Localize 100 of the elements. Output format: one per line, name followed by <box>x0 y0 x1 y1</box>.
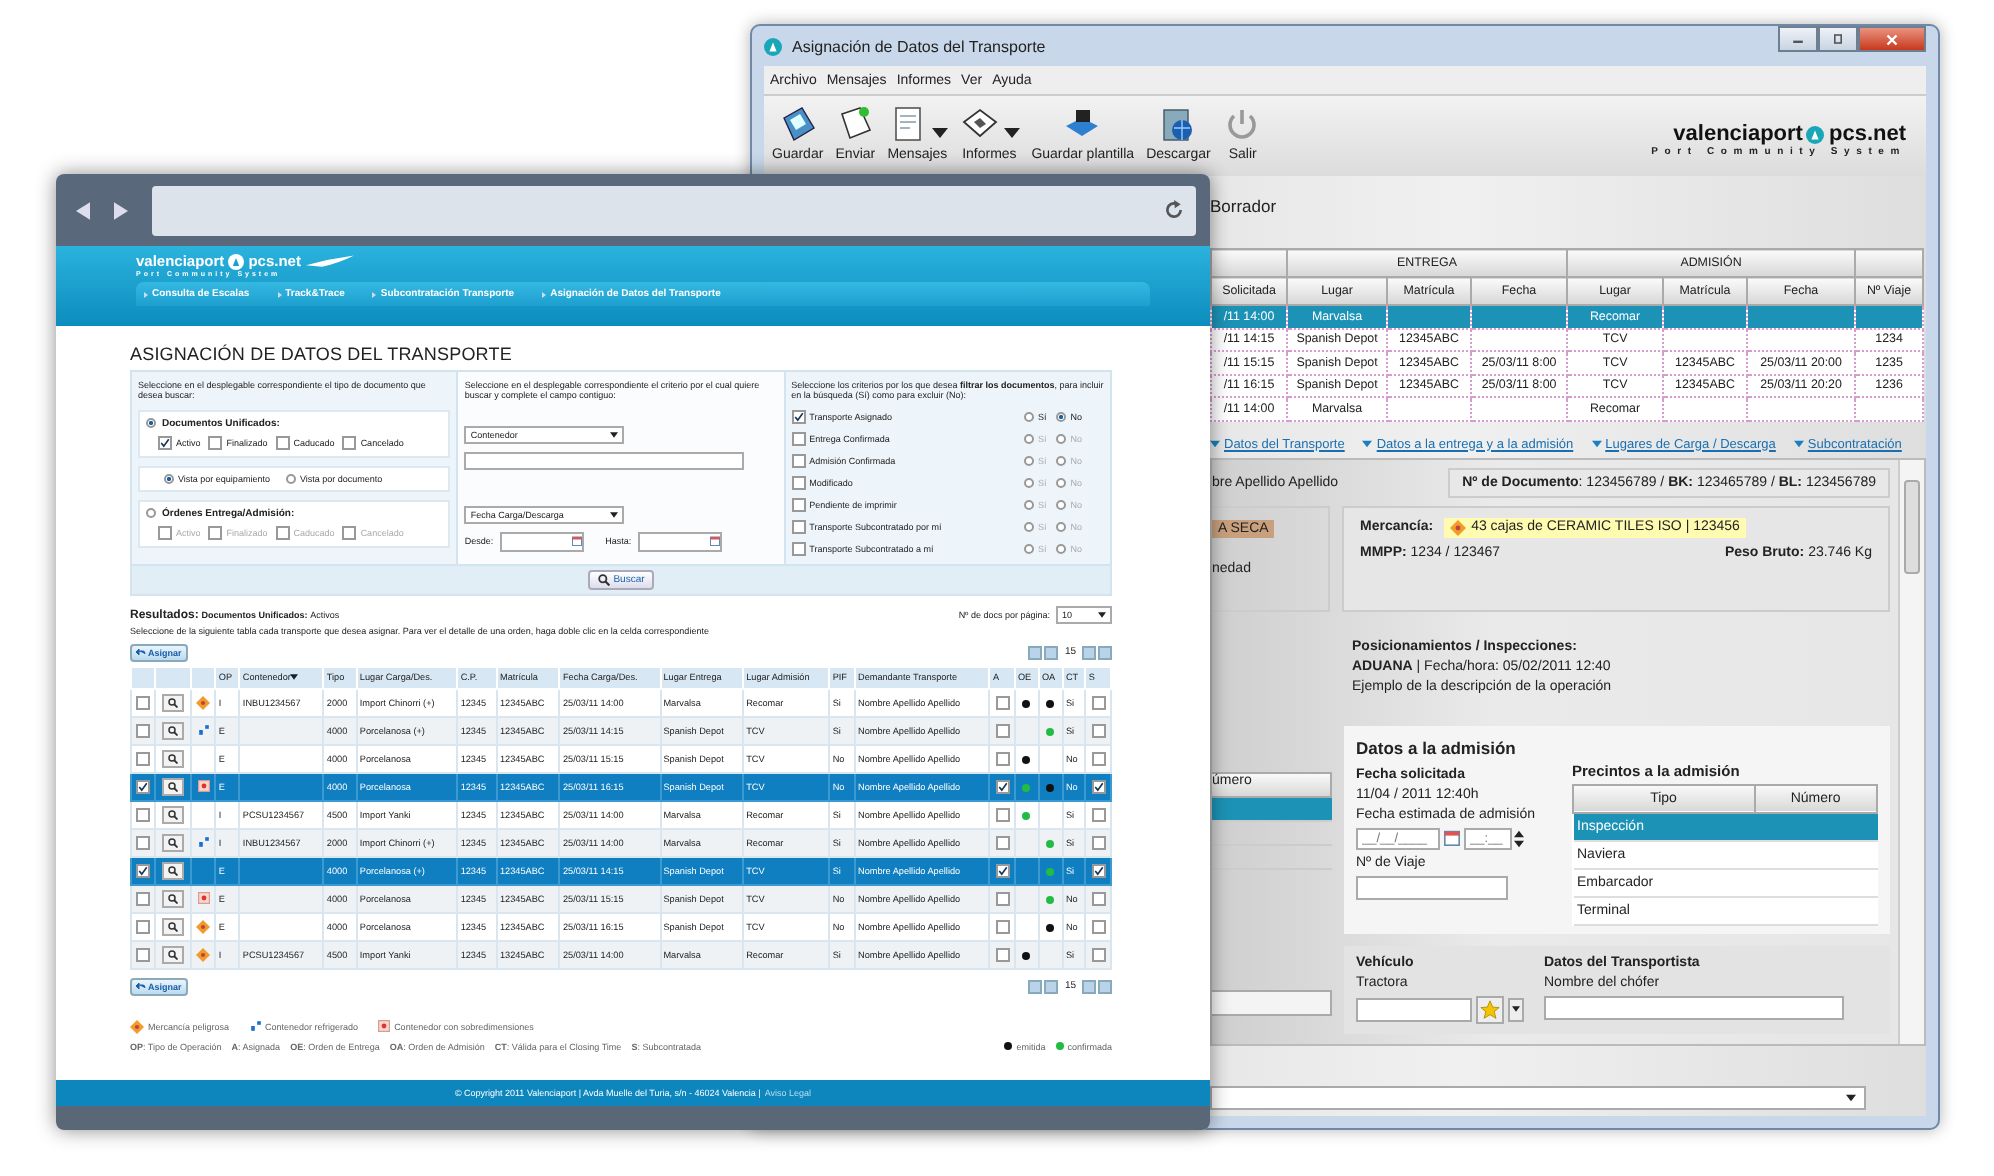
voyage-field[interactable] <box>1356 875 1508 899</box>
checkbox[interactable] <box>136 835 151 850</box>
minimize-button[interactable] <box>1778 26 1818 52</box>
forward-arrow-icon[interactable] <box>114 201 128 219</box>
radio-button[interactable] <box>1056 411 1067 422</box>
last-page-button[interactable] <box>1098 979 1112 994</box>
checkbox[interactable] <box>995 891 1010 906</box>
radio-button[interactable] <box>1023 521 1034 532</box>
checkbox[interactable] <box>995 751 1010 766</box>
view-button[interactable] <box>162 805 185 824</box>
view-button[interactable] <box>162 833 185 852</box>
view-button[interactable] <box>162 749 185 768</box>
dropdown-button[interactable] <box>1508 997 1524 1021</box>
checkbox[interactable] <box>1091 863 1106 878</box>
checkbox[interactable] <box>136 695 151 710</box>
calendar-icon[interactable] <box>1444 830 1460 846</box>
text-field[interactable] <box>1212 989 1332 1015</box>
radio-button[interactable] <box>1056 455 1067 466</box>
checkbox[interactable] <box>275 525 290 540</box>
checkbox[interactable] <box>136 723 151 738</box>
checkbox[interactable] <box>136 779 151 794</box>
date-field[interactable] <box>499 531 584 552</box>
radio-button[interactable] <box>1056 543 1067 554</box>
checkbox[interactable] <box>136 751 151 766</box>
view-button[interactable] <box>162 945 185 964</box>
radio-button[interactable] <box>1023 455 1034 466</box>
checkbox[interactable] <box>791 453 806 468</box>
maximize-button[interactable] <box>1818 26 1858 52</box>
checkbox[interactable] <box>995 723 1010 738</box>
radio-button[interactable] <box>1056 477 1067 488</box>
checkbox[interactable] <box>995 835 1010 850</box>
checkbox[interactable] <box>1091 779 1106 794</box>
checkbox[interactable] <box>275 435 290 450</box>
checkbox[interactable] <box>1091 919 1106 934</box>
reload-icon[interactable] <box>1164 200 1184 220</box>
back-arrow-icon[interactable] <box>76 201 90 219</box>
checkbox[interactable] <box>791 409 806 424</box>
checkbox[interactable] <box>158 525 172 540</box>
radio-button[interactable] <box>146 508 156 519</box>
checkbox[interactable] <box>1091 835 1106 850</box>
checkbox[interactable] <box>136 919 151 934</box>
checkbox[interactable] <box>136 807 151 822</box>
radio-button[interactable] <box>1056 521 1067 532</box>
first-page-button[interactable] <box>1028 645 1043 660</box>
checkbox[interactable] <box>342 435 357 450</box>
radio-button[interactable] <box>146 418 156 429</box>
view-button[interactable] <box>162 861 185 880</box>
checkbox[interactable] <box>791 431 806 446</box>
view-button[interactable] <box>162 917 185 936</box>
previous-page-button[interactable] <box>1044 979 1059 994</box>
view-button[interactable] <box>162 889 185 908</box>
checkbox[interactable] <box>136 891 151 906</box>
first-page-button[interactable] <box>1028 979 1043 994</box>
radio-button[interactable] <box>1056 499 1067 510</box>
radio-button[interactable] <box>1023 433 1034 444</box>
checkbox[interactable] <box>791 497 806 512</box>
calendar-icon[interactable] <box>571 536 582 547</box>
view-button[interactable] <box>162 777 185 796</box>
radio-button[interactable] <box>1023 411 1034 422</box>
radio-button[interactable] <box>1023 543 1034 554</box>
radio-button[interactable] <box>1023 477 1034 488</box>
calendar-icon[interactable] <box>709 536 720 547</box>
checkbox[interactable] <box>208 435 223 450</box>
checkbox[interactable] <box>136 947 151 962</box>
view-button[interactable] <box>162 721 185 740</box>
checkbox[interactable] <box>208 525 223 540</box>
checkbox[interactable] <box>342 525 357 540</box>
search-field[interactable] <box>464 451 745 470</box>
checkbox[interactable] <box>1091 751 1106 766</box>
date-field[interactable] <box>637 531 722 552</box>
checkbox[interactable] <box>136 863 151 878</box>
checkbox[interactable] <box>1091 947 1106 962</box>
checkbox[interactable] <box>995 947 1010 962</box>
checkbox[interactable] <box>995 695 1010 710</box>
table-row[interactable] <box>1212 797 1332 821</box>
scrollbar[interactable] <box>1898 459 1924 1043</box>
close-button[interactable] <box>1858 26 1926 52</box>
last-page-button[interactable] <box>1098 645 1112 660</box>
dropdown-field[interactable] <box>1210 1085 1866 1109</box>
checkbox[interactable] <box>995 919 1010 934</box>
checkbox[interactable] <box>791 475 806 490</box>
checkbox[interactable] <box>1091 807 1106 822</box>
checkbox[interactable] <box>791 519 806 534</box>
next-page-button[interactable] <box>1082 645 1096 660</box>
view-button[interactable] <box>162 693 185 712</box>
checkbox[interactable] <box>995 863 1010 878</box>
address-bar[interactable] <box>152 185 1196 235</box>
tractor-field[interactable] <box>1356 997 1472 1021</box>
checkbox[interactable] <box>791 541 806 556</box>
next-page-button[interactable] <box>1082 979 1096 994</box>
checkbox[interactable] <box>1091 723 1106 738</box>
radio-button[interactable] <box>1056 433 1067 444</box>
radio-button[interactable] <box>1023 499 1034 510</box>
checkbox[interactable] <box>1091 695 1106 710</box>
checkbox[interactable] <box>995 779 1010 794</box>
checkbox[interactable] <box>158 435 172 450</box>
checkbox[interactable] <box>995 807 1010 822</box>
previous-page-button[interactable] <box>1044 645 1059 660</box>
radio-button[interactable] <box>285 473 296 484</box>
driver-field[interactable] <box>1544 995 1844 1019</box>
